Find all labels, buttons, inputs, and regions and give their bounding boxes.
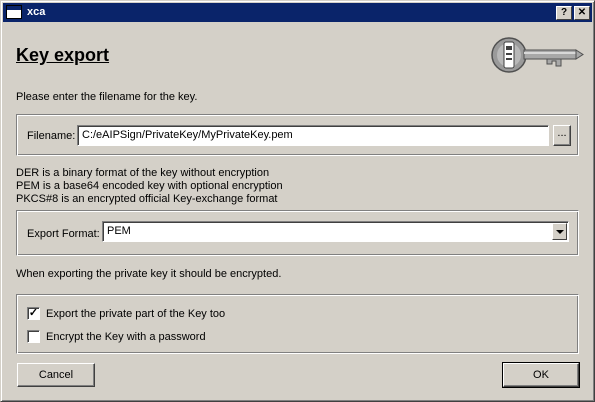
export-format-value: PEM — [107, 225, 131, 237]
key-icon — [491, 37, 584, 73]
help-button[interactable]: ? — [556, 6, 572, 20]
filename-input[interactable]: C:/eAIPSign/PrivateKey/MyPrivateKey.pem — [77, 125, 549, 146]
format-info-der: DER is a binary format of the key withou… — [16, 167, 270, 179]
title-bar[interactable]: xca ? ✕ — [3, 3, 592, 22]
export-format-group: Export Format: PEM — [16, 210, 579, 256]
encrypt-note: When exporting the private key it should… — [16, 268, 282, 280]
app-window-icon — [6, 5, 22, 19]
encrypt-password-label[interactable]: Encrypt the Key with a password — [46, 331, 206, 343]
page-title: Key export — [16, 45, 110, 65]
close-button[interactable]: ✕ — [574, 6, 590, 20]
format-info-pem: PEM is a base64 encoded key with optiona… — [16, 180, 283, 192]
cancel-button[interactable]: Cancel — [17, 363, 95, 387]
instruction-text: Please enter the filename for the key. — [16, 91, 198, 103]
export-format-select[interactable]: PEM — [102, 221, 569, 242]
ok-button[interactable]: OK — [502, 362, 580, 388]
key-export-dialog: xca ? ✕ Key export Please enter the file… — [0, 0, 595, 402]
format-info-pkcs8: PKCS#8 is an encrypted official Key-exch… — [16, 193, 278, 205]
export-private-checkbox[interactable]: ✓ — [27, 307, 40, 320]
filename-group: Filename: C:/eAIPSign/PrivateKey/MyPriva… — [16, 114, 579, 156]
chevron-down-icon[interactable] — [552, 223, 567, 240]
browse-button[interactable]: ... — [553, 125, 571, 146]
window-title: xca — [27, 6, 46, 18]
encrypt-password-checkbox[interactable] — [27, 330, 40, 343]
options-group: ✓ Export the private part of the Key too… — [16, 294, 579, 354]
export-format-label: Export Format: — [27, 228, 100, 240]
export-private-label[interactable]: Export the private part of the Key too — [46, 308, 225, 320]
filename-label: Filename: — [27, 130, 76, 142]
